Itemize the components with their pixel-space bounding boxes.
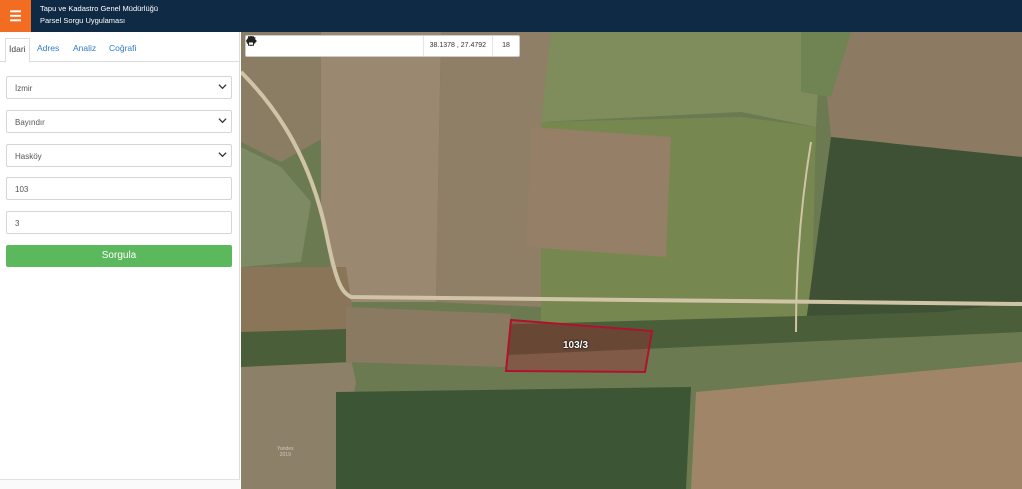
print-icon bbox=[246, 36, 256, 46]
app-title-line1: Tapu ve Kadastro Genel Müdürlüğü bbox=[40, 4, 158, 13]
favorite-button[interactable] bbox=[246, 36, 374, 56]
map-view[interactable]: 103/3 Yandex 2019 38.1378 , 27.4792 18 bbox=[241, 32, 1022, 489]
chevron-down-icon bbox=[218, 84, 227, 90]
tab-cografi[interactable]: Coğrafi bbox=[109, 39, 136, 61]
parcel-highlight bbox=[504, 318, 654, 374]
print-button[interactable] bbox=[246, 36, 416, 56]
province-select-value: İzmir bbox=[15, 84, 33, 93]
tab-adres[interactable]: Adres bbox=[37, 39, 59, 61]
parcel-number-input[interactable]: 3 bbox=[6, 211, 232, 234]
neighborhood-select[interactable]: Hasköy bbox=[6, 144, 232, 167]
hamburger-menu-button[interactable]: ☰ bbox=[0, 0, 31, 32]
parcel-label: 103/3 bbox=[563, 340, 589, 351]
sidebar-panel: İdari Adres Analiz Coğrafi İzmir Bayındı… bbox=[0, 32, 240, 489]
zoom-out-button[interactable] bbox=[247, 36, 288, 56]
coordinate-readout: 38.1378 , 27.4792 bbox=[422, 36, 493, 56]
query-button[interactable]: Sorgula bbox=[6, 245, 232, 267]
block-number-input[interactable]: 103 bbox=[6, 177, 232, 200]
map-watermark: Yandex 2019 bbox=[277, 446, 294, 458]
district-select-value: Bayındır bbox=[15, 118, 45, 127]
zoom-level-readout: 18 bbox=[492, 36, 519, 56]
sidebar-tabs: İdari Adres Analiz Coğrafi bbox=[0, 32, 240, 63]
province-select[interactable]: İzmir bbox=[6, 76, 232, 99]
top-bar: ☰ Tapu ve Kadastro Genel Müdürlüğü Parse… bbox=[0, 0, 1022, 32]
info-button[interactable] bbox=[250, 36, 352, 56]
chevron-down-icon bbox=[218, 152, 227, 158]
map-toolbar: 38.1378 , 27.4792 18 bbox=[245, 35, 520, 57]
tab-analiz[interactable]: Analiz bbox=[73, 39, 96, 61]
refresh-button[interactable] bbox=[246, 36, 310, 56]
watermark-line2: 2019 bbox=[279, 452, 291, 458]
hamburger-icon: ☰ bbox=[9, 7, 22, 24]
tab-idari[interactable]: İdari bbox=[5, 38, 30, 63]
chevron-down-icon bbox=[218, 118, 227, 124]
measure-button[interactable] bbox=[246, 36, 395, 56]
app-title-line2: Parsel Sorgu Uygulaması bbox=[40, 16, 126, 25]
app-title: Tapu ve Kadastro Genel Müdürlüğü Parsel … bbox=[40, 3, 158, 27]
locate-button[interactable] bbox=[246, 36, 331, 56]
district-select[interactable]: Bayındır bbox=[6, 110, 232, 133]
neighborhood-select-value: Hasköy bbox=[15, 152, 42, 161]
sidebar-footer bbox=[0, 479, 240, 489]
